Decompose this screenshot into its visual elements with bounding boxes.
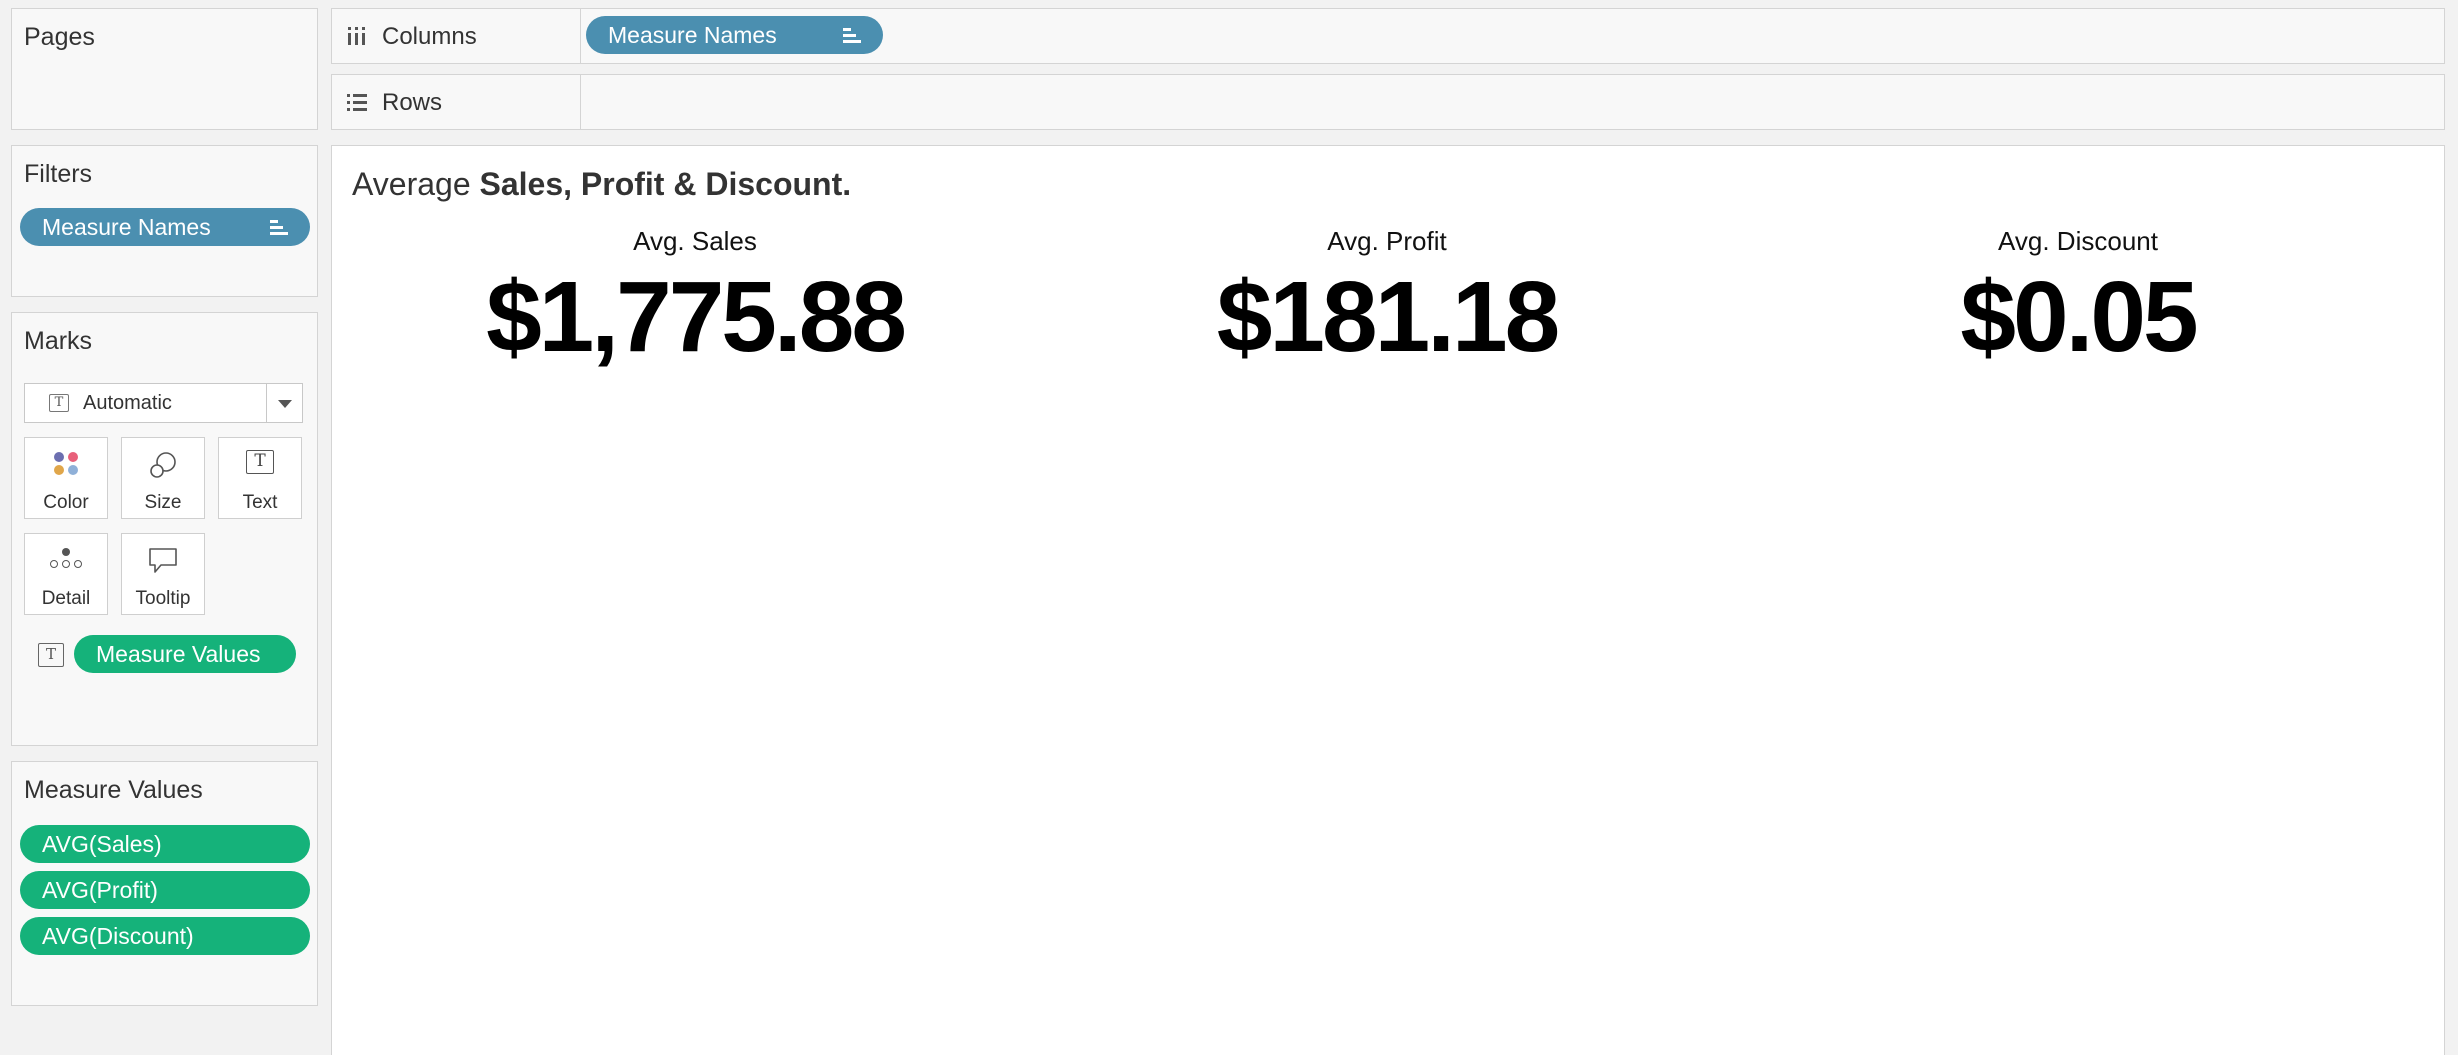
- pages-card[interactable]: Pages: [11, 8, 318, 130]
- columns-shelf-label: Columns: [382, 23, 477, 50]
- tooltip-button[interactable]: Tooltip: [121, 533, 205, 615]
- view-title-bold: Sales, Profit & Discount.: [479, 166, 852, 202]
- view-title[interactable]: Average Sales, Profit & Discount.: [352, 166, 851, 203]
- measure-pill-label: AVG(Discount): [42, 923, 194, 949]
- size-button[interactable]: Size: [121, 437, 205, 519]
- mark-type-value: Automatic: [83, 392, 172, 414]
- rows-shelf-label: Rows: [382, 89, 443, 116]
- text-button[interactable]: T Text: [218, 437, 302, 519]
- dropdown-divider: [266, 384, 267, 422]
- detail-button[interactable]: Detail: [24, 533, 108, 615]
- view-canvas[interactable]: Average Sales, Profit & Discount. Avg. S…: [331, 145, 2445, 1055]
- kpi-avg-discount[interactable]: Avg. Discount $0.05: [1798, 226, 2358, 370]
- measure-pill-avg-sales[interactable]: AVG(Sales): [20, 825, 310, 863]
- filters-card[interactable]: Filters Measure Names: [11, 145, 318, 297]
- measure-pill-label: AVG(Sales): [42, 831, 162, 857]
- measure-pill-label: AVG(Profit): [42, 877, 158, 903]
- color-button-label: Color: [43, 492, 89, 513]
- detail-icon: [50, 546, 82, 570]
- columns-pill-label: Measure Names: [608, 22, 777, 48]
- text-encoding-icon: T: [38, 643, 64, 667]
- tooltip-button-label: Tooltip: [135, 588, 191, 609]
- kpi-value: $0.05: [1960, 261, 2198, 373]
- measure-values-card[interactable]: Measure Values AVG(Sales) AVG(Profit) AV…: [11, 761, 318, 1006]
- pages-card-title: Pages: [24, 23, 95, 51]
- text-mark-icon: T: [49, 394, 69, 412]
- mark-type-dropdown[interactable]: T Automatic: [24, 383, 303, 423]
- kpi-avg-sales[interactable]: Avg. Sales $1,775.88: [415, 226, 975, 370]
- measure-pill-avg-discount[interactable]: AVG(Discount): [20, 917, 310, 955]
- kpi-label: Avg. Sales: [633, 226, 757, 256]
- columns-shelf-header: Columns: [332, 9, 581, 63]
- marks-card-title: Marks: [24, 327, 93, 355]
- tooltip-icon: [149, 548, 177, 573]
- text-icon: T: [246, 450, 274, 474]
- columns-pill-measure-names[interactable]: Measure Names: [586, 16, 883, 54]
- color-button[interactable]: Color: [24, 437, 108, 519]
- measure-values-card-title: Measure Values: [24, 776, 203, 804]
- kpi-value: $181.18: [1216, 261, 1560, 373]
- rows-shelf[interactable]: Rows: [331, 74, 2445, 130]
- columns-icon: [348, 27, 365, 45]
- columns-shelf[interactable]: Columns Measure Names: [331, 8, 2445, 64]
- kpi-label: Avg. Discount: [1998, 226, 2158, 256]
- chevron-down-icon[interactable]: [278, 400, 292, 408]
- sort-icon: [843, 27, 861, 44]
- filter-pill-measure-names[interactable]: Measure Names: [20, 208, 310, 246]
- marks-pill-label: Measure Values: [96, 641, 261, 667]
- sort-icon: [270, 219, 288, 236]
- size-icon: [150, 452, 176, 478]
- rows-icon: [347, 94, 367, 111]
- kpi-avg-profit[interactable]: Avg. Profit $181.18: [1107, 226, 1667, 370]
- kpi-label: Avg. Profit: [1327, 226, 1447, 256]
- rows-shelf-header: Rows: [332, 75, 581, 129]
- marks-card[interactable]: Marks T Automatic Color Size T Text Deta…: [11, 312, 318, 746]
- size-button-label: Size: [144, 492, 182, 513]
- text-button-label: Text: [242, 492, 278, 513]
- marks-pill-measure-values[interactable]: Measure Values: [74, 635, 296, 673]
- tableau-worksheet: Pages Filters Measure Names Marks T Auto…: [0, 0, 2458, 1055]
- color-icon: [52, 450, 80, 476]
- view-title-prefix: Average: [352, 166, 480, 202]
- measure-pill-avg-profit[interactable]: AVG(Profit): [20, 871, 310, 909]
- kpi-value: $1,775.88: [486, 261, 907, 373]
- filter-pill-label: Measure Names: [42, 214, 211, 240]
- filters-card-title: Filters: [24, 160, 93, 188]
- detail-button-label: Detail: [41, 588, 91, 609]
